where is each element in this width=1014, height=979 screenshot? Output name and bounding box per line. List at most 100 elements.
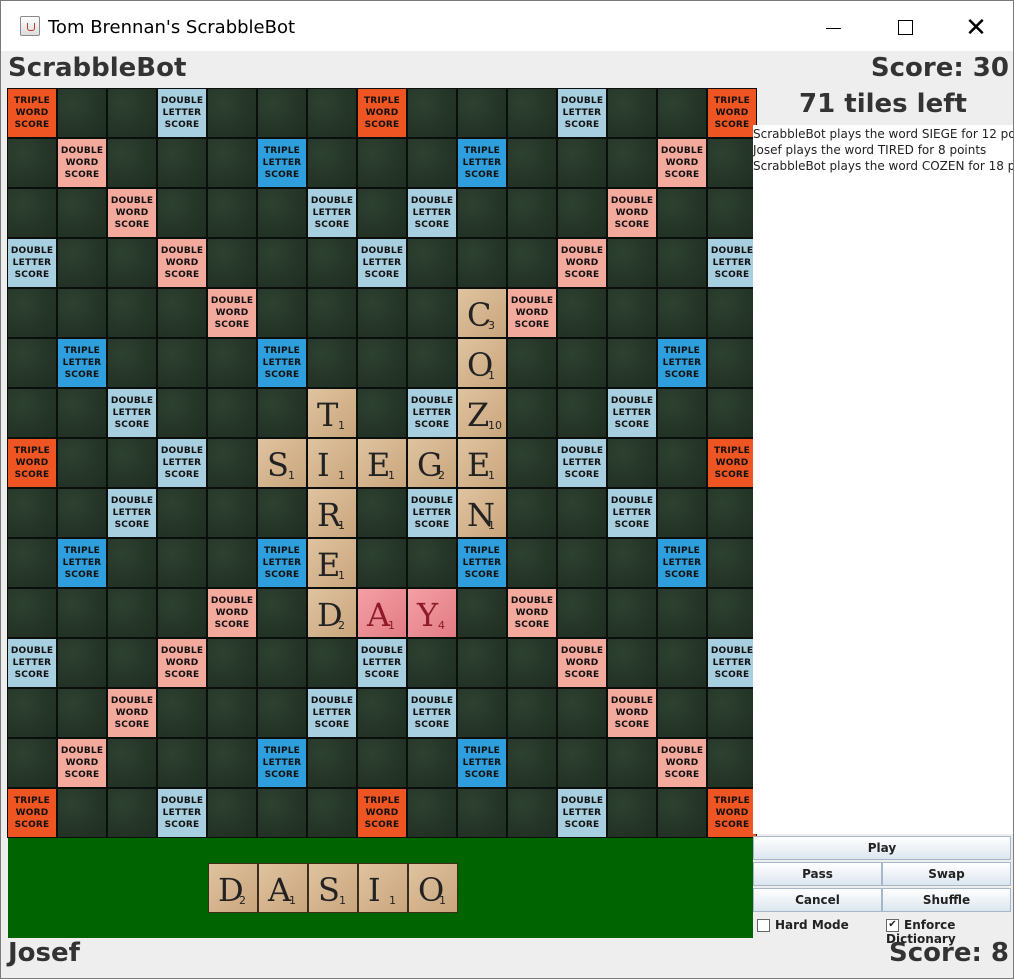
double-word-square[interactable]: DOUBLE WORD SCORE: [507, 288, 557, 338]
board-square[interactable]: [257, 638, 307, 688]
board-tile[interactable]: A1: [357, 588, 407, 638]
board-square[interactable]: [707, 738, 757, 788]
board-square[interactable]: [257, 188, 307, 238]
board-square[interactable]: [207, 238, 257, 288]
board-square[interactable]: [57, 188, 107, 238]
board-square[interactable]: [57, 688, 107, 738]
double-word-square[interactable]: DOUBLE WORD SCORE: [657, 138, 707, 188]
board-square[interactable]: [207, 788, 257, 838]
minimize-icon[interactable]: [813, 11, 853, 45]
board-tile[interactable]: G2: [407, 438, 457, 488]
board-square[interactable]: [357, 338, 407, 388]
double-word-square[interactable]: DOUBLE WORD SCORE: [57, 138, 107, 188]
double-word-square[interactable]: DOUBLE WORD SCORE: [157, 638, 207, 688]
double-letter-square[interactable]: DOUBLE LETTER SCORE: [307, 188, 357, 238]
board-square[interactable]: [657, 638, 707, 688]
board-square[interactable]: [707, 388, 757, 438]
board-square[interactable]: [57, 388, 107, 438]
board-square[interactable]: [407, 288, 457, 338]
triple-word-square[interactable]: TRIPLE WORD SCORE: [707, 788, 757, 838]
board-tile[interactable]: S1: [257, 438, 307, 488]
board-tile[interactable]: R1: [307, 488, 357, 538]
board-square[interactable]: [57, 588, 107, 638]
board-square[interactable]: [157, 388, 207, 438]
triple-letter-square[interactable]: TRIPLE LETTER SCORE: [457, 538, 507, 588]
board-square[interactable]: [507, 138, 557, 188]
board-tile[interactable]: D2: [307, 588, 357, 638]
board-square[interactable]: [407, 638, 457, 688]
board-square[interactable]: [657, 438, 707, 488]
double-word-square[interactable]: DOUBLE WORD SCORE: [157, 238, 207, 288]
board-square[interactable]: [307, 238, 357, 288]
board-tile[interactable]: C3: [457, 288, 507, 338]
triple-word-square[interactable]: TRIPLE WORD SCORE: [7, 438, 57, 488]
triple-letter-square[interactable]: TRIPLE LETTER SCORE: [457, 738, 507, 788]
scrabble-board[interactable]: TRIPLE WORD SCORE DOUBLE LETTER SCORE TRIP…: [7, 88, 757, 838]
board-square[interactable]: [307, 788, 357, 838]
board-square[interactable]: [657, 288, 707, 338]
double-word-square[interactable]: DOUBLE WORD SCORE: [607, 188, 657, 238]
board-square[interactable]: [257, 388, 307, 438]
board-square[interactable]: [107, 738, 157, 788]
board-square[interactable]: [207, 638, 257, 688]
double-word-square[interactable]: DOUBLE WORD SCORE: [557, 638, 607, 688]
board-square[interactable]: [357, 188, 407, 238]
board-square[interactable]: [257, 288, 307, 338]
board-square[interactable]: [7, 688, 57, 738]
board-square[interactable]: [307, 88, 357, 138]
board-square[interactable]: [457, 88, 507, 138]
rack-tile[interactable]: I1: [358, 863, 408, 913]
board-square[interactable]: [207, 438, 257, 488]
board-square[interactable]: [357, 288, 407, 338]
double-word-square[interactable]: DOUBLE WORD SCORE: [607, 688, 657, 738]
board-square[interactable]: [57, 288, 107, 338]
board-square[interactable]: [557, 388, 607, 438]
board-square[interactable]: [707, 488, 757, 538]
rack-tile[interactable]: O1: [408, 863, 458, 913]
board-square[interactable]: [557, 488, 607, 538]
board-square[interactable]: [207, 338, 257, 388]
board-square[interactable]: [707, 588, 757, 638]
triple-word-square[interactable]: TRIPLE WORD SCORE: [7, 788, 57, 838]
board-square[interactable]: [157, 688, 207, 738]
board-square[interactable]: [207, 138, 257, 188]
board-square[interactable]: [207, 88, 257, 138]
board-square[interactable]: [257, 488, 307, 538]
board-square[interactable]: [657, 238, 707, 288]
double-letter-square[interactable]: DOUBLE LETTER SCORE: [7, 238, 57, 288]
triple-letter-square[interactable]: TRIPLE LETTER SCORE: [257, 538, 307, 588]
play-button[interactable]: Play: [753, 836, 1011, 860]
board-square[interactable]: [657, 788, 707, 838]
maximize-icon[interactable]: [885, 11, 925, 45]
double-letter-square[interactable]: DOUBLE LETTER SCORE: [107, 388, 157, 438]
board-square[interactable]: [157, 138, 207, 188]
board-tile[interactable]: I1: [307, 438, 357, 488]
triple-letter-square[interactable]: TRIPLE LETTER SCORE: [657, 338, 707, 388]
board-square[interactable]: [657, 688, 707, 738]
board-square[interactable]: [157, 288, 207, 338]
board-square[interactable]: [707, 338, 757, 388]
double-word-square[interactable]: DOUBLE WORD SCORE: [657, 738, 707, 788]
board-square[interactable]: [507, 188, 557, 238]
board-square[interactable]: [207, 688, 257, 738]
board-square[interactable]: [607, 738, 657, 788]
board-square[interactable]: [307, 288, 357, 338]
board-square[interactable]: [107, 438, 157, 488]
double-letter-square[interactable]: DOUBLE LETTER SCORE: [157, 88, 207, 138]
board-square[interactable]: [607, 288, 657, 338]
double-word-square[interactable]: DOUBLE WORD SCORE: [107, 188, 157, 238]
board-square[interactable]: [407, 138, 457, 188]
board-square[interactable]: [407, 238, 457, 288]
board-square[interactable]: [107, 88, 157, 138]
board-tile[interactable]: E1: [357, 438, 407, 488]
board-square[interactable]: [657, 188, 707, 238]
board-square[interactable]: [607, 538, 657, 588]
board-square[interactable]: [7, 388, 57, 438]
board-square[interactable]: [707, 538, 757, 588]
board-square[interactable]: [607, 588, 657, 638]
double-word-square[interactable]: DOUBLE WORD SCORE: [107, 688, 157, 738]
board-square[interactable]: [57, 488, 107, 538]
double-letter-square[interactable]: DOUBLE LETTER SCORE: [407, 488, 457, 538]
board-square[interactable]: [7, 488, 57, 538]
double-letter-square[interactable]: DOUBLE LETTER SCORE: [557, 788, 607, 838]
